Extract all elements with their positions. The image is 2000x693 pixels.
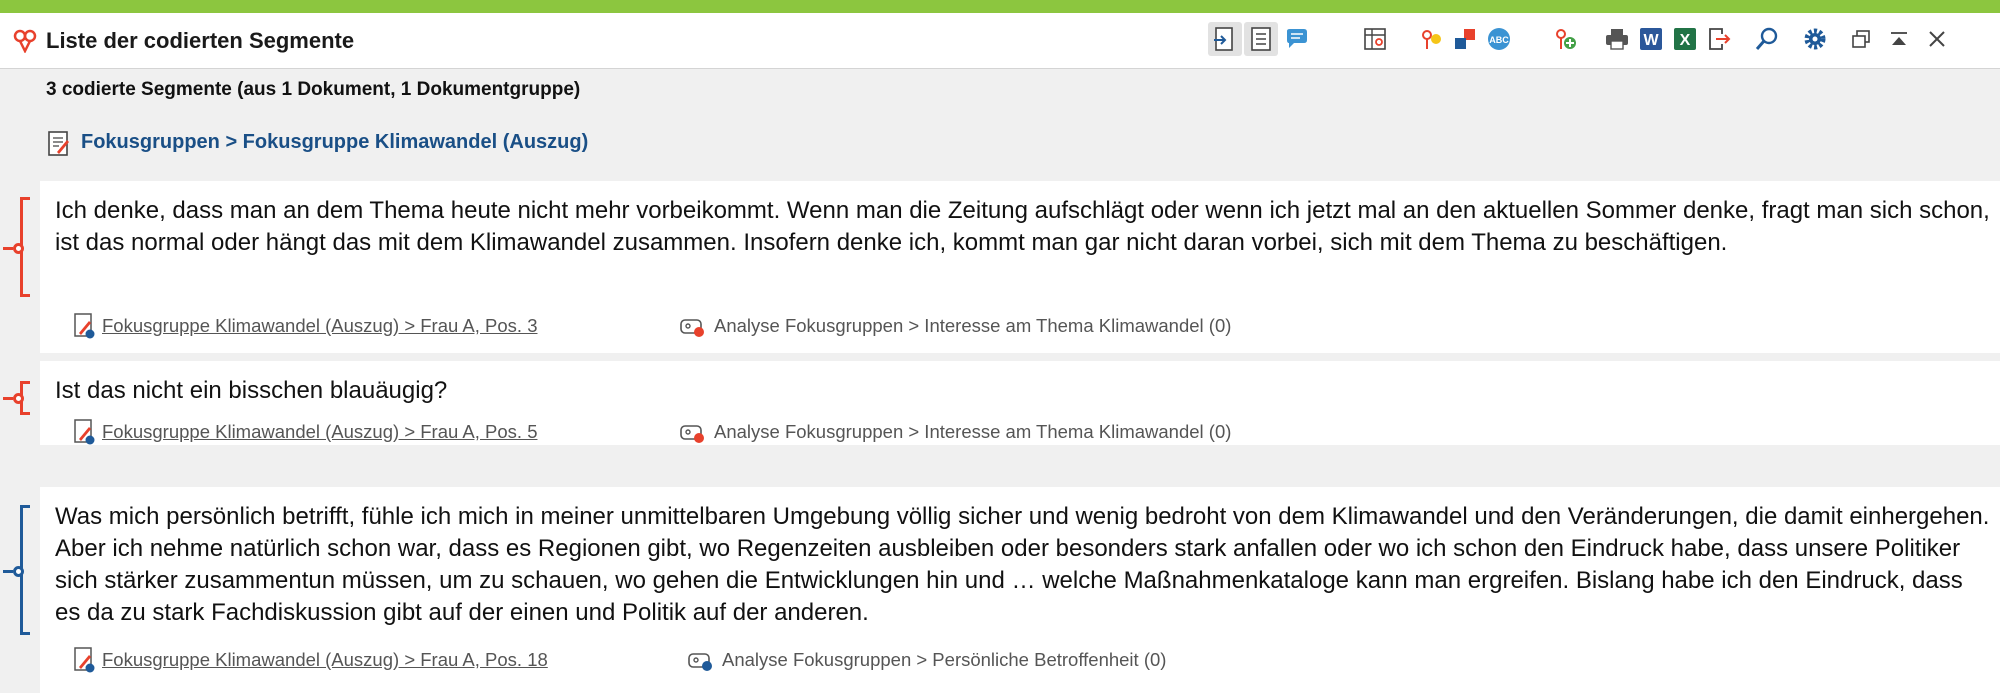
segment-bracket <box>3 381 30 415</box>
color-button[interactable] <box>1448 22 1482 56</box>
excel-export-button[interactable]: X <box>1668 22 1702 56</box>
segment-source-link[interactable]: Fokusgruppe Klimawandel (Auszug) > Frau … <box>102 649 548 671</box>
print-button[interactable] <box>1600 22 1634 56</box>
list-view-icon <box>1251 27 1271 51</box>
coded-segment[interactable]: Ist das nicht ein bisschen blauäugig? Fo… <box>40 361 2000 445</box>
word-export-icon: W <box>1640 28 1662 50</box>
document-source-icon <box>74 313 95 339</box>
toolbar: ABC W X <box>1208 13 2000 68</box>
window-accent-bar <box>0 0 2000 13</box>
document-link[interactable]: Fokusgruppen > Fokusgruppe Klimawandel (… <box>81 131 588 154</box>
comment-icon <box>1287 29 1307 48</box>
segment-code-path[interactable]: Analyse Fokusgruppen > Interesse am Them… <box>714 421 1231 443</box>
settings-icon <box>1804 28 1826 50</box>
add-code-button[interactable] <box>1548 22 1582 56</box>
spellcheck-button[interactable]: ABC <box>1482 22 1516 56</box>
code-icon <box>680 425 704 443</box>
segment-text: Ich denke, dass man an dem Thema heute n… <box>55 197 1990 256</box>
code-icon <box>680 319 704 337</box>
document-icon <box>48 131 69 156</box>
coded-segments-icon <box>13 29 37 53</box>
coded-segment[interactable]: Ich denke, dass man an dem Thema heute n… <box>40 181 2000 353</box>
close-button[interactable] <box>1920 22 1954 56</box>
segment-bracket <box>3 197 30 297</box>
code-icon <box>688 653 712 671</box>
color-icon <box>1455 29 1475 49</box>
settings-button[interactable] <box>1798 22 1832 56</box>
list-view-button[interactable] <box>1244 22 1278 56</box>
export-file-button[interactable] <box>1702 22 1736 56</box>
segment-text: Ist das nicht ein bisschen blauäugig? <box>55 377 448 404</box>
segment-count-summary: 3 codierte Segmente (aus 1 Dokument, 1 D… <box>46 79 581 100</box>
segment-source-link[interactable]: Fokusgruppe Klimawandel (Auszug) > Frau … <box>102 421 537 443</box>
table-view-button[interactable] <box>1358 22 1392 56</box>
print-icon <box>1606 29 1628 50</box>
svg-text:X: X <box>1680 32 1691 49</box>
document-source-icon <box>74 647 95 673</box>
svg-text:W: W <box>1643 32 1659 49</box>
segment-bracket <box>3 505 30 635</box>
minimize-icon <box>1891 32 1907 45</box>
document-source-icon <box>74 419 95 445</box>
close-icon <box>1929 31 1945 47</box>
word-export-button[interactable]: W <box>1634 22 1668 56</box>
smart-coding-button[interactable] <box>1414 22 1448 56</box>
segment-code-path[interactable]: Analyse Fokusgruppen > Interesse am Them… <box>714 315 1231 337</box>
segment-source-link[interactable]: Fokusgruppe Klimawandel (Auszug) > Frau … <box>102 315 537 337</box>
export-icon <box>1214 27 1233 51</box>
search-icon <box>1755 27 1778 50</box>
window-title: Liste der codierten Segmente <box>46 28 355 53</box>
excel-export-icon: X <box>1674 28 1696 50</box>
search-button[interactable] <box>1750 22 1784 56</box>
smart-coding-icon <box>1422 30 1441 49</box>
segment-list-panel: 3 codierte Segmente (aus 1 Dokument, 1 D… <box>0 69 2000 693</box>
minimize-button[interactable] <box>1882 22 1916 56</box>
segment-code-path[interactable]: Analyse Fokusgruppen > Persönliche Betro… <box>722 649 1166 671</box>
window-header: Liste der codierten Segmente ABC W X <box>0 13 2000 69</box>
add-code-icon <box>1556 29 1576 49</box>
restore-window-button[interactable] <box>1844 22 1878 56</box>
table-view-icon <box>1364 28 1386 50</box>
svg-text:ABC: ABC <box>1489 35 1509 45</box>
export-button[interactable] <box>1208 22 1242 56</box>
export-file-icon <box>1709 28 1731 50</box>
spellcheck-icon: ABC <box>1488 28 1510 50</box>
restore-window-icon <box>1852 30 1870 48</box>
coded-segment[interactable]: Was mich persönlich betrifft, fühle ich … <box>40 487 2000 693</box>
comment-button[interactable] <box>1280 22 1314 56</box>
segment-text: Was mich persönlich betrifft, fühle ich … <box>55 503 1990 626</box>
